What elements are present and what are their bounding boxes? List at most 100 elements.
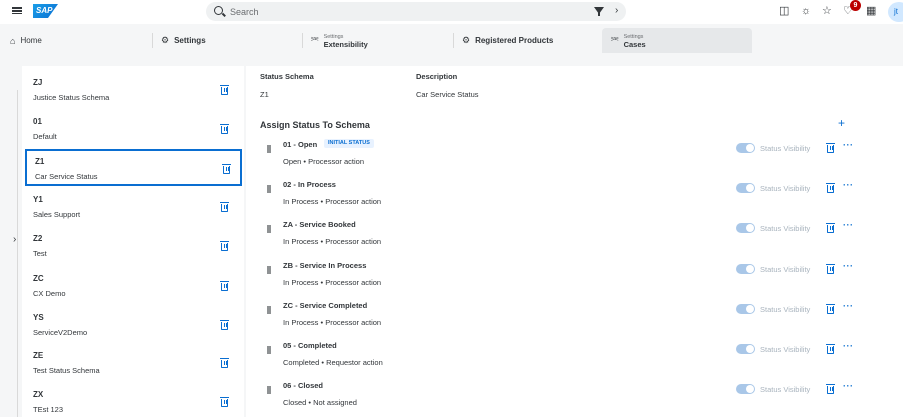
- status-row[interactable]: ZB - Service In Process In Process • Pro…: [260, 257, 900, 295]
- chevron-right-icon[interactable]: ›: [615, 5, 618, 16]
- headset-icon[interactable]: ◫: [779, 5, 789, 17]
- visibility-toggle[interactable]: [736, 344, 755, 354]
- filter-icon[interactable]: [594, 7, 604, 16]
- grid-menu-icon[interactable]: ▦: [866, 5, 876, 17]
- schema-item[interactable]: Z2 Test: [25, 228, 242, 265]
- schema-item[interactable]: YS ServiceV2Demo: [25, 307, 242, 344]
- search-bar: ›: [206, 2, 626, 21]
- drag-handle-icon[interactable]: [267, 266, 271, 274]
- schema-name: Test Status Schema: [33, 366, 100, 375]
- status-title: 01 - Open: [283, 140, 318, 149]
- status-title: 02 - In Process: [283, 180, 336, 189]
- tab-settings[interactable]: ⚙ Settings: [161, 28, 206, 53]
- visibility-toggle[interactable]: [736, 384, 755, 394]
- schema-item[interactable]: ZJ Justice Status Schema: [25, 72, 242, 109]
- more-options-icon[interactable]: ···: [843, 381, 854, 391]
- delete-icon[interactable]: [219, 320, 229, 330]
- tab-extensibility[interactable]: ⎃ Settings Extensibility: [311, 28, 368, 53]
- more-options-icon[interactable]: ···: [843, 180, 854, 190]
- schema-name: Car Service Status: [35, 172, 98, 181]
- status-subtitle: In Process • Processor action: [283, 197, 382, 206]
- drag-handle-icon[interactable]: [267, 346, 271, 354]
- delete-icon[interactable]: [825, 344, 835, 354]
- delete-icon[interactable]: [825, 264, 835, 274]
- more-options-icon[interactable]: ···: [843, 301, 854, 311]
- more-options-icon[interactable]: ···: [843, 140, 854, 150]
- description-label: Description: [416, 72, 458, 81]
- visibility-label: Status Visibility: [760, 265, 811, 274]
- status-row[interactable]: 02 - In Process In Process • Processor a…: [260, 176, 900, 214]
- delete-icon[interactable]: [825, 143, 835, 153]
- drag-handle-icon[interactable]: [267, 185, 271, 193]
- tab-settings-label: Settings: [174, 36, 206, 45]
- more-options-icon[interactable]: ···: [843, 341, 854, 351]
- status-subtitle: In Process • Processor action: [283, 318, 382, 327]
- drag-handle-icon[interactable]: [267, 145, 271, 153]
- gear-icon: ⚙: [161, 35, 170, 45]
- tab-divider: [453, 33, 454, 48]
- status-title: ZC - Service Completed: [283, 301, 368, 310]
- drag-handle-icon[interactable]: [267, 306, 271, 314]
- status-row[interactable]: ZA - Service Booked In Process • Process…: [260, 216, 900, 254]
- schema-item-selected[interactable]: Z1 Car Service Status: [25, 149, 242, 186]
- visibility-toggle[interactable]: [736, 304, 755, 314]
- drag-handle-icon[interactable]: [267, 225, 271, 233]
- visibility-toggle[interactable]: [736, 223, 755, 233]
- feedback-icon[interactable]: ☼: [801, 5, 811, 17]
- schema-code: Z2: [33, 234, 43, 243]
- drag-handle-icon[interactable]: [267, 386, 271, 394]
- delete-icon[interactable]: [825, 183, 835, 193]
- delete-icon[interactable]: [221, 164, 231, 174]
- visibility-toggle[interactable]: [736, 143, 755, 153]
- status-row[interactable]: 06 - Closed Closed • Not assigned Status…: [260, 377, 900, 415]
- delete-icon[interactable]: [219, 124, 229, 134]
- schema-item[interactable]: Y1 Sales Support: [25, 189, 242, 226]
- schema-name: Default: [33, 132, 57, 141]
- search-icon[interactable]: [214, 6, 223, 15]
- schema-item[interactable]: ZE Test Status Schema: [25, 345, 242, 382]
- schema-item[interactable]: ZC CX Demo: [25, 268, 242, 305]
- visibility-toggle[interactable]: [736, 183, 755, 193]
- visibility-toggle[interactable]: [736, 264, 755, 274]
- delete-icon[interactable]: [825, 384, 835, 394]
- more-options-icon[interactable]: ···: [843, 261, 854, 271]
- expand-panel-icon[interactable]: ›: [13, 234, 16, 245]
- tab-registered-products-label: Registered Products: [475, 36, 554, 45]
- visibility-label: Status Visibility: [760, 385, 811, 394]
- status-subtitle: In Process • Processor action: [283, 237, 382, 246]
- status-title: ZA - Service Booked: [283, 220, 356, 229]
- section-title: Assign Status To Schema: [260, 120, 370, 130]
- menu-icon[interactable]: [12, 6, 22, 16]
- add-icon[interactable]: +: [838, 116, 845, 130]
- status-title: ZB - Service In Process: [283, 261, 367, 270]
- star-icon[interactable]: ☆: [822, 5, 832, 17]
- extension-icon: ⎃: [311, 35, 319, 45]
- tab-cases[interactable]: ⎃ Settings Cases: [602, 28, 752, 53]
- schema-item[interactable]: ZX TEst 123: [25, 384, 242, 417]
- schema-item[interactable]: 01 Default: [25, 111, 242, 148]
- status-row[interactable]: 05 - Completed Completed • Requestor act…: [260, 337, 900, 375]
- status-subtitle: Open • Processor action: [283, 157, 364, 166]
- status-row[interactable]: ZC - Service Completed In Process • Proc…: [260, 297, 900, 335]
- schema-name: Sales Support: [33, 210, 81, 219]
- avatar[interactable]: jt: [888, 2, 903, 22]
- tab-registered-products[interactable]: ⚙ Registered Products: [462, 28, 553, 53]
- delete-icon[interactable]: [825, 223, 835, 233]
- delete-icon[interactable]: [219, 397, 229, 407]
- more-options-icon[interactable]: ···: [843, 220, 854, 230]
- status-row[interactable]: 01 - Open INITIAL STATUS Open • Processo…: [260, 136, 900, 174]
- delete-icon[interactable]: [825, 304, 835, 314]
- schema-code: ZC: [33, 274, 44, 283]
- search-input[interactable]: [230, 5, 570, 18]
- delete-icon[interactable]: [219, 358, 229, 368]
- visibility-label: Status Visibility: [760, 144, 811, 153]
- tab-home-label: Home: [20, 36, 42, 45]
- delete-icon[interactable]: [219, 85, 229, 95]
- sap-logo[interactable]: SAP: [33, 4, 58, 18]
- schema-code: ZX: [33, 390, 44, 399]
- delete-icon[interactable]: [219, 241, 229, 251]
- extension-icon: ⎃: [611, 35, 619, 45]
- delete-icon[interactable]: [219, 202, 229, 212]
- delete-icon[interactable]: [219, 281, 229, 291]
- tab-home[interactable]: ⌂ Home: [10, 28, 42, 53]
